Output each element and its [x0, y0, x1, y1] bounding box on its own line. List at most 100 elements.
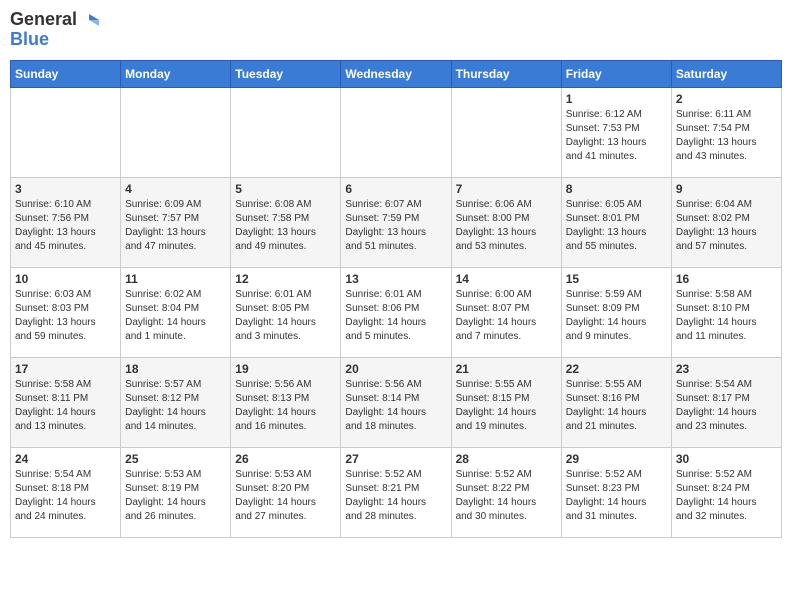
weekday-header-sunday: Sunday	[11, 60, 121, 87]
calendar-week-4: 17 Sunrise: 5:58 AM Sunset: 8:11 PM Dayli…	[11, 357, 782, 447]
day-number: 7	[456, 182, 557, 196]
calendar-cell: 21Sunrise: 5:55 AM Sunset: 8:15 PM Dayli…	[451, 357, 561, 447]
day-info: Sunrise: 5:57 AM Sunset: 8:12 PM Dayligh…	[125, 378, 226, 434]
calendar-cell: 28 Sunrise: 5:52 AM Sunset: 8:22 PM Dayli…	[451, 447, 561, 537]
day-info: Sunrise: 5:59 AM Sunset: 8:09 PM Dayligh…	[566, 288, 667, 344]
day-info: Sunrise: 5:58 AM Sunset: 8:11 PM Dayligh…	[15, 378, 116, 434]
calendar-cell: 12 Sunrise: 6:01 AM Sunset: 8:05 PM Dayli…	[231, 267, 341, 357]
calendar-cell: 15 Sunrise: 5:59 AM Sunset: 8:09 PM Dayli…	[561, 267, 671, 357]
calendar-cell: 13 Sunrise: 6:01 AM Sunset: 8:06 PM Dayli…	[341, 267, 451, 357]
calendar-cell: 24 Sunrise: 5:54 AM Sunset: 8:18 PM Dayli…	[11, 447, 121, 537]
day-info: Sunrise: 6:06 AM Sunset: 8:00 PM Dayligh…	[456, 198, 557, 254]
day-info: Sunrise: 5:52 AM Sunset: 8:24 PM Dayligh…	[676, 468, 777, 524]
day-number: 16	[676, 272, 777, 286]
day-number: 8	[566, 182, 667, 196]
calendar-week-1: 1 Sunrise: 6:12 AM Sunset: 7:53 PM Daylig…	[11, 87, 782, 177]
day-info: Sunrise: 5:54 AM Sunset: 8:18 PM Dayligh…	[15, 468, 116, 524]
day-info: Sunrise: 6:00 AM Sunset: 8:07 PM Dayligh…	[456, 288, 557, 344]
calendar-week-2: 3 Sunrise: 6:10 AM Sunset: 7:56 PM Daylig…	[11, 177, 782, 267]
day-info: Sunrise: 6:12 AM Sunset: 7:53 PM Dayligh…	[566, 108, 667, 164]
day-info: Sunrise: 5:56 AM Sunset: 8:14 PM Dayligh…	[345, 378, 446, 434]
calendar-cell: 23 Sunrise: 5:54 AM Sunset: 8:17 PM Dayli…	[671, 357, 781, 447]
day-number: 27	[345, 452, 446, 466]
day-number: 19	[235, 362, 336, 376]
calendar-cell: 6 Sunrise: 6:07 AM Sunset: 7:59 PM Daylig…	[341, 177, 451, 267]
calendar-cell: 20 Sunrise: 5:56 AM Sunset: 8:14 PM Dayli…	[341, 357, 451, 447]
day-info: Sunrise: 5:52 AM Sunset: 8:21 PM Dayligh…	[345, 468, 446, 524]
day-number: 12	[235, 272, 336, 286]
day-info: Sunrise: 6:08 AM Sunset: 7:58 PM Dayligh…	[235, 198, 336, 254]
day-info: Sunrise: 6:07 AM Sunset: 7:59 PM Dayligh…	[345, 198, 446, 254]
day-number: 30	[676, 452, 777, 466]
day-number: 21	[456, 362, 557, 376]
calendar-header: SundayMondayTuesdayWednesdayThursdayFrid…	[11, 60, 782, 87]
day-number: 5	[235, 182, 336, 196]
calendar-cell: 16 Sunrise: 5:58 AM Sunset: 8:10 PM Dayli…	[671, 267, 781, 357]
day-info: Sunrise: 5:54 AM Sunset: 8:17 PM Dayligh…	[676, 378, 777, 434]
calendar-cell	[11, 87, 121, 177]
day-info: Sunrise: 6:01 AM Sunset: 8:05 PM Dayligh…	[235, 288, 336, 344]
day-info: Sunrise: 5:52 AM Sunset: 8:22 PM Dayligh…	[456, 468, 557, 524]
day-number: 10	[15, 272, 116, 286]
calendar-cell: 8 Sunrise: 6:05 AM Sunset: 8:01 PM Daylig…	[561, 177, 671, 267]
weekday-header-monday: Monday	[121, 60, 231, 87]
calendar-cell: 9Sunrise: 6:04 AM Sunset: 8:02 PM Daylig…	[671, 177, 781, 267]
calendar-cell: 18 Sunrise: 5:57 AM Sunset: 8:12 PM Dayli…	[121, 357, 231, 447]
day-number: 1	[566, 92, 667, 106]
calendar-cell: 11Sunrise: 6:02 AM Sunset: 8:04 PM Dayli…	[121, 267, 231, 357]
day-info: Sunrise: 6:01 AM Sunset: 8:06 PM Dayligh…	[345, 288, 446, 344]
day-info: Sunrise: 5:53 AM Sunset: 8:19 PM Dayligh…	[125, 468, 226, 524]
calendar-cell: 19 Sunrise: 5:56 AM Sunset: 8:13 PM Dayli…	[231, 357, 341, 447]
day-number: 28	[456, 452, 557, 466]
logo-bird-icon	[79, 10, 99, 30]
day-number: 23	[676, 362, 777, 376]
day-number: 26	[235, 452, 336, 466]
calendar-week-5: 24 Sunrise: 5:54 AM Sunset: 8:18 PM Dayli…	[11, 447, 782, 537]
weekday-header-wednesday: Wednesday	[341, 60, 451, 87]
calendar-cell: 14Sunrise: 6:00 AM Sunset: 8:07 PM Dayli…	[451, 267, 561, 357]
calendar-cell	[121, 87, 231, 177]
calendar-cell: 5 Sunrise: 6:08 AM Sunset: 7:58 PM Daylig…	[231, 177, 341, 267]
calendar-cell: 26 Sunrise: 5:53 AM Sunset: 8:20 PM Dayli…	[231, 447, 341, 537]
calendar-cell: 25 Sunrise: 5:53 AM Sunset: 8:19 PM Dayli…	[121, 447, 231, 537]
day-info: Sunrise: 5:55 AM Sunset: 8:16 PM Dayligh…	[566, 378, 667, 434]
day-info: Sunrise: 6:09 AM Sunset: 7:57 PM Dayligh…	[125, 198, 226, 254]
calendar-cell: 7 Sunrise: 6:06 AM Sunset: 8:00 PM Daylig…	[451, 177, 561, 267]
calendar-cell	[231, 87, 341, 177]
weekday-header-thursday: Thursday	[451, 60, 561, 87]
day-number: 18	[125, 362, 226, 376]
logo-general: General	[10, 10, 77, 30]
day-info: Sunrise: 5:56 AM Sunset: 8:13 PM Dayligh…	[235, 378, 336, 434]
day-info: Sunrise: 6:10 AM Sunset: 7:56 PM Dayligh…	[15, 198, 116, 254]
calendar-table: SundayMondayTuesdayWednesdayThursdayFrid…	[10, 60, 782, 538]
day-number: 25	[125, 452, 226, 466]
day-number: 20	[345, 362, 446, 376]
weekday-header-friday: Friday	[561, 60, 671, 87]
calendar-cell: 27 Sunrise: 5:52 AM Sunset: 8:21 PM Dayli…	[341, 447, 451, 537]
weekday-header-tuesday: Tuesday	[231, 60, 341, 87]
day-info: Sunrise: 6:03 AM Sunset: 8:03 PM Dayligh…	[15, 288, 116, 344]
day-info: Sunrise: 5:58 AM Sunset: 8:10 PM Dayligh…	[676, 288, 777, 344]
calendar-cell: 10 Sunrise: 6:03 AM Sunset: 8:03 PM Dayli…	[11, 267, 121, 357]
calendar-week-3: 10 Sunrise: 6:03 AM Sunset: 8:03 PM Dayli…	[11, 267, 782, 357]
calendar-cell: 22 Sunrise: 5:55 AM Sunset: 8:16 PM Dayli…	[561, 357, 671, 447]
day-number: 24	[15, 452, 116, 466]
day-number: 15	[566, 272, 667, 286]
day-number: 9	[676, 182, 777, 196]
day-number: 17	[15, 362, 116, 376]
day-number: 3	[15, 182, 116, 196]
day-info: Sunrise: 5:53 AM Sunset: 8:20 PM Dayligh…	[235, 468, 336, 524]
calendar-cell	[451, 87, 561, 177]
day-number: 2	[676, 92, 777, 106]
calendar-cell: 4Sunrise: 6:09 AM Sunset: 7:57 PM Daylig…	[121, 177, 231, 267]
day-info: Sunrise: 6:02 AM Sunset: 8:04 PM Dayligh…	[125, 288, 226, 344]
day-number: 6	[345, 182, 446, 196]
calendar-cell: 1 Sunrise: 6:12 AM Sunset: 7:53 PM Daylig…	[561, 87, 671, 177]
calendar-cell: 29Sunrise: 5:52 AM Sunset: 8:23 PM Dayli…	[561, 447, 671, 537]
day-number: 13	[345, 272, 446, 286]
day-info: Sunrise: 6:05 AM Sunset: 8:01 PM Dayligh…	[566, 198, 667, 254]
logo-blue: Blue	[10, 30, 99, 50]
calendar-body: 1 Sunrise: 6:12 AM Sunset: 7:53 PM Daylig…	[11, 87, 782, 537]
calendar-cell	[341, 87, 451, 177]
day-number: 22	[566, 362, 667, 376]
